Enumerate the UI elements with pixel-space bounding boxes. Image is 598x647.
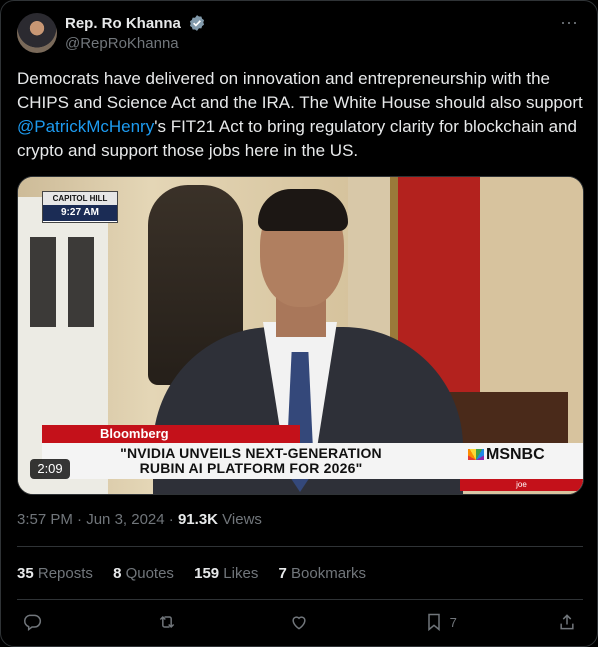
tweet-text: Democrats have delivered on innovation a…: [17, 67, 583, 163]
author-display-name[interactable]: Rep. Ro Khanna: [65, 15, 181, 32]
heart-icon: [292, 616, 306, 630]
share-icon: [560, 614, 574, 630]
divider: [17, 546, 583, 547]
tweet-text-part1: Democrats have delivered on innovation a…: [17, 69, 583, 112]
broadcast-location-badge: CAPITOL HILL 9:27 AM: [42, 191, 118, 223]
network-name: MSNBC: [486, 446, 545, 463]
meta-separator: ·: [72, 511, 87, 528]
views-label: Views: [218, 511, 262, 528]
verified-badge-icon: [190, 15, 205, 31]
author-names: Rep. Ro Khanna @RepRoKhanna: [65, 14, 206, 52]
more-options-icon[interactable]: ···: [557, 13, 581, 37]
bookmark-icon: [428, 613, 440, 632]
headline-bar: "NVIDIA UNVEILS NEXT-GENERATION RUBIN AI…: [42, 443, 460, 479]
tweet-card: Rep. Ro Khanna @RepRoKhanna ··· Democrat…: [0, 0, 598, 647]
show-name: joe: [460, 479, 583, 491]
author-handle[interactable]: @RepRoKhanna: [65, 35, 206, 52]
repost-button[interactable]: [157, 612, 177, 636]
reply-button[interactable]: [22, 612, 42, 636]
tweet-time[interactable]: 3:57 PM: [17, 511, 73, 528]
location-tag: CAPITOL HILL: [43, 192, 117, 205]
mention-link[interactable]: @PatrickMcHenry: [17, 117, 154, 136]
action-bar: 7: [17, 612, 583, 636]
like-button[interactable]: [289, 612, 309, 636]
quotes-stat[interactable]: 8 Quotes: [113, 565, 174, 582]
network-logo: MSNBC: [460, 443, 583, 479]
bookmark-count: 7: [449, 614, 457, 630]
peacock-icon: [468, 449, 484, 461]
headline-line-1: "NVIDIA UNVEILS NEXT-GENERATION: [120, 445, 382, 461]
tweet-meta: 3:57 PM · Jun 3, 2024 · 91.3K Views: [17, 511, 262, 528]
likes-stat[interactable]: 159 Likes: [194, 565, 258, 582]
reply-icon: [24, 614, 42, 631]
share-button[interactable]: [557, 612, 577, 636]
tweet-date[interactable]: Jun 3, 2024: [86, 511, 164, 528]
video-duration: 2:09: [30, 459, 70, 479]
repost-icon: [159, 615, 175, 629]
source-tag: Bloomberg: [42, 425, 300, 443]
bookmark-button[interactable]: 7: [424, 612, 457, 636]
headline-line-2: RUBIN AI PLATFORM FOR 2026": [139, 460, 363, 476]
reposts-stat[interactable]: 35 Reposts: [17, 565, 93, 582]
bookmarks-stat[interactable]: 7 Bookmarks: [279, 565, 367, 582]
avatar[interactable]: [17, 13, 57, 53]
meta-separator-2: ·: [164, 511, 178, 528]
views-count: 91.3K: [177, 511, 218, 528]
video-player[interactable]: CAPITOL HILL 9:27 AM Bloomberg "NVIDIA U…: [17, 176, 584, 495]
tweet-stats: 35 Reposts 8 Quotes 159 Likes 7 Bookmark…: [17, 565, 382, 582]
time-tag: 9:27 AM: [43, 205, 117, 221]
tweet-header: Rep. Ro Khanna @RepRoKhanna ···: [17, 13, 581, 57]
divider: [17, 599, 583, 600]
news-lower-third: Bloomberg "NVIDIA UNVEILS NEXT-GENERATIO…: [42, 425, 583, 491]
